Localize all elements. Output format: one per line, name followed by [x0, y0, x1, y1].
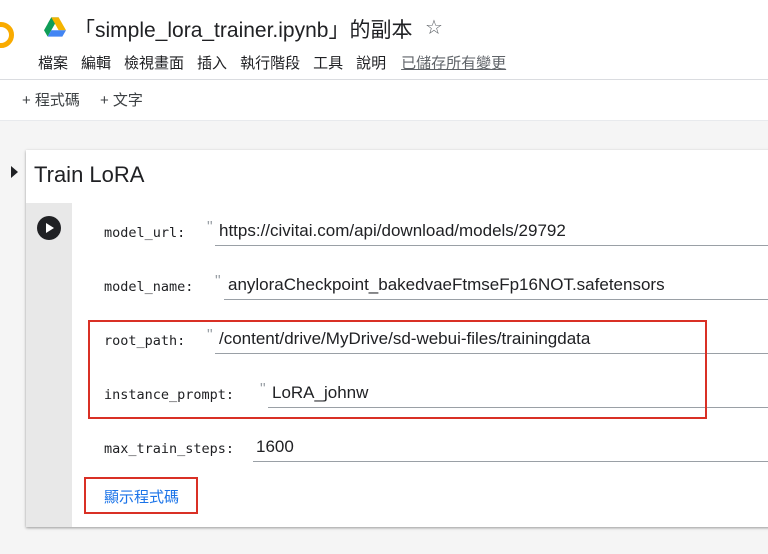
- notebook-title[interactable]: 「simple_lora_trainer.ipynb」的副本: [74, 14, 412, 44]
- header-divider: [0, 79, 768, 80]
- notebook-toolbar: + 程式碼 + 文字: [22, 89, 163, 110]
- model-name-label: model_name:: [104, 279, 194, 295]
- menu-tools[interactable]: 工具: [313, 52, 343, 73]
- field-underline: [224, 299, 768, 300]
- max-train-steps-field[interactable]: 1600: [256, 437, 294, 457]
- menu-runtime[interactable]: 執行階段: [240, 52, 300, 73]
- google-drive-icon[interactable]: [44, 17, 66, 37]
- menu-edit[interactable]: 編輯: [81, 52, 111, 73]
- menu-view[interactable]: 檢視畫面: [124, 52, 184, 73]
- run-cell-button[interactable]: [37, 216, 61, 240]
- string-quote-icon: ": [207, 219, 213, 236]
- menu-file[interactable]: 檔案: [38, 52, 68, 73]
- show-code-link[interactable]: 顯示程式碼: [104, 486, 179, 507]
- model-url-field[interactable]: https://civitai.com/api/download/models/…: [219, 221, 566, 241]
- menu-bar: 檔案 編輯 檢視畫面 插入 執行階段 工具 說明 已儲存所有變更: [38, 52, 519, 73]
- menu-insert[interactable]: 插入: [197, 52, 227, 73]
- cell-title: Train LoRA: [34, 162, 145, 187]
- collapse-arrow-icon[interactable]: [11, 166, 18, 178]
- max-train-steps-label: max_train_steps:: [104, 441, 235, 457]
- star-outline-icon[interactable]: ☆: [425, 15, 443, 40]
- model-url-label: model_url:: [104, 225, 186, 241]
- string-quote-icon: ": [215, 273, 221, 290]
- save-status[interactable]: 已儲存所有變更: [401, 52, 506, 73]
- add-code-button[interactable]: + 程式碼: [22, 89, 80, 110]
- add-text-button[interactable]: + 文字: [100, 89, 143, 110]
- field-underline: [253, 461, 768, 462]
- highlight-box-params: [88, 320, 707, 419]
- colab-logo[interactable]: [0, 22, 14, 48]
- cell-gutter: [26, 203, 72, 527]
- menu-help[interactable]: 說明: [356, 52, 386, 73]
- field-underline: [215, 245, 768, 246]
- model-name-field[interactable]: anyloraCheckpoint_bakedvaeFtmseFp16NOT.s…: [228, 275, 665, 295]
